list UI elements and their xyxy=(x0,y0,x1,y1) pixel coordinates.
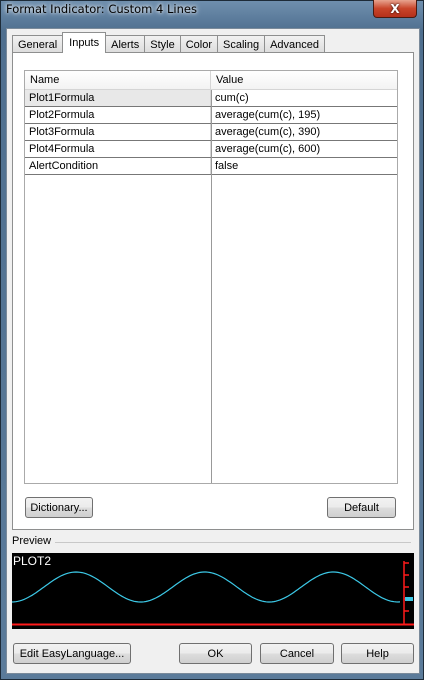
preview-svg xyxy=(12,561,414,626)
inputs-grid: Name Value Plot1Formula cum(c) Plot2Form… xyxy=(24,70,398,484)
tab-color[interactable]: Color xyxy=(179,35,218,53)
preview-label: Preview xyxy=(12,535,56,547)
input-value-cell[interactable]: cum(c) xyxy=(211,90,397,106)
tab-advanced[interactable]: Advanced xyxy=(264,35,326,53)
preview-chart: PLOT2 xyxy=(12,553,414,629)
input-name-cell[interactable]: Plot4Formula xyxy=(25,141,211,157)
grid-header: Name Value xyxy=(25,71,397,90)
input-value-cell[interactable]: average(cum(c), 195) xyxy=(211,107,397,123)
input-name-cell[interactable]: AlertCondition xyxy=(25,158,211,174)
close-button[interactable]: X xyxy=(373,0,417,18)
column-header-name[interactable]: Name xyxy=(25,71,211,89)
input-name-cell[interactable]: Plot3Formula xyxy=(25,124,211,140)
preview-divider xyxy=(47,542,411,543)
input-value-cell[interactable]: average(cum(c), 390) xyxy=(211,124,397,140)
title-bar[interactable]: Format Indicator: Custom 4 Lines X xyxy=(1,0,423,21)
inputs-panel: Name Value Plot1Formula cum(c) Plot2Form… xyxy=(12,52,414,530)
input-name-cell[interactable]: Plot2Formula xyxy=(25,107,211,123)
tab-general[interactable]: General xyxy=(12,35,64,53)
column-divider[interactable] xyxy=(211,90,212,483)
input-value-cell[interactable]: false xyxy=(211,158,397,174)
edit-easylanguage-button[interactable]: Edit EasyLanguage... xyxy=(13,643,131,664)
dialog-body: General Inputs Alerts Style Color Scalin… xyxy=(6,28,420,674)
column-header-value[interactable]: Value xyxy=(211,71,397,89)
preview-plot-line xyxy=(12,571,401,603)
tab-alerts[interactable]: Alerts xyxy=(105,35,146,53)
dictionary-button[interactable]: Dictionary... xyxy=(25,497,93,518)
window-title: Format Indicator: Custom 4 Lines xyxy=(6,2,197,16)
tab-style[interactable]: Style xyxy=(144,35,181,53)
dialog-window: Format Indicator: Custom 4 Lines X Gener… xyxy=(0,0,424,680)
ok-button[interactable]: OK xyxy=(179,643,252,664)
close-icon: X xyxy=(390,1,400,16)
help-button[interactable]: Help xyxy=(341,643,414,664)
default-button[interactable]: Default xyxy=(327,497,396,518)
tab-scaling[interactable]: Scaling xyxy=(217,35,266,53)
preview-plot-name: PLOT2 xyxy=(13,554,52,568)
tab-inputs[interactable]: Inputs xyxy=(62,32,107,53)
cancel-button[interactable]: Cancel xyxy=(260,643,334,664)
input-name-cell[interactable]: Plot1Formula xyxy=(25,90,211,106)
preview-last-value-marker xyxy=(405,597,413,601)
tab-strip: General Inputs Alerts Style Color Scalin… xyxy=(12,32,326,53)
input-value-cell[interactable]: average(cum(c), 600) xyxy=(211,141,397,157)
